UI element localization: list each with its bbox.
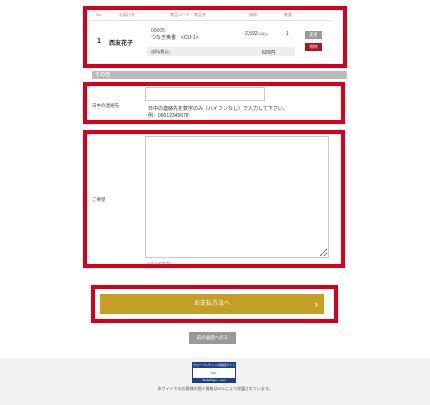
row-number: 1 bbox=[97, 38, 101, 45]
section-other-header: その他 bbox=[92, 71, 347, 79]
delete-button[interactable]: 削除 bbox=[305, 43, 322, 51]
shipping-value: 620円 bbox=[262, 50, 276, 56]
phone-help-line1: 日中の連絡先を数字のみ（ハイフンなし）で入力して下さい。 bbox=[148, 106, 288, 112]
phone-help: 日中の連絡先を数字のみ（ハイフンなし）で入力して下さい。 例：090123456… bbox=[148, 106, 333, 120]
remarks-textarea[interactable] bbox=[145, 136, 329, 258]
recipient-name: 西友花子 bbox=[109, 41, 134, 47]
shipping-label: 送料(税込) bbox=[151, 49, 170, 54]
payment-button-label: お支払方法へ bbox=[193, 301, 230, 307]
seal-bottom-text: GlobalSign ...com bbox=[193, 378, 235, 382]
phone-label: 日中の連絡先 bbox=[92, 103, 119, 108]
header-product: 商品コード／商品名 bbox=[170, 12, 206, 17]
header-recipient: お届け先 bbox=[119, 12, 135, 17]
price-value: 2,592 bbox=[245, 31, 258, 37]
phone-help-line2: 例：09012345678 bbox=[148, 113, 189, 119]
header-price: 価格 bbox=[249, 12, 257, 17]
back-button[interactable]: 前の画面へ戻る bbox=[189, 332, 236, 344]
product-quantity: 1 bbox=[286, 31, 289, 37]
product-name: つなぎ奥書 <CU-1> bbox=[151, 35, 199, 41]
phone-input[interactable] bbox=[145, 87, 265, 101]
product-price: 2,592円(税込) bbox=[245, 31, 269, 37]
header-no: No. bbox=[96, 12, 103, 17]
char-count: (0/5,000文字) bbox=[147, 261, 172, 266]
table-divider bbox=[91, 20, 331, 21]
ssl-notice: 本サイトでのお客様の個人情報はSSLにより保護されています。 bbox=[157, 386, 273, 391]
seal-mid-text: SSL bbox=[211, 371, 217, 375]
price-tax-note: 円(税込) bbox=[257, 32, 269, 36]
globalsign-seal-icon[interactable]: グローバルサインの認証サイト SSL GlobalSign ...com bbox=[192, 362, 236, 383]
change-button[interactable]: 変更 bbox=[305, 31, 322, 39]
payment-method-button[interactable]: お支払方法へ › bbox=[100, 294, 324, 314]
header-quantity: 数量 bbox=[284, 12, 292, 17]
remarks-label: ご要望 bbox=[92, 197, 106, 202]
chevron-right-icon: › bbox=[315, 299, 318, 309]
